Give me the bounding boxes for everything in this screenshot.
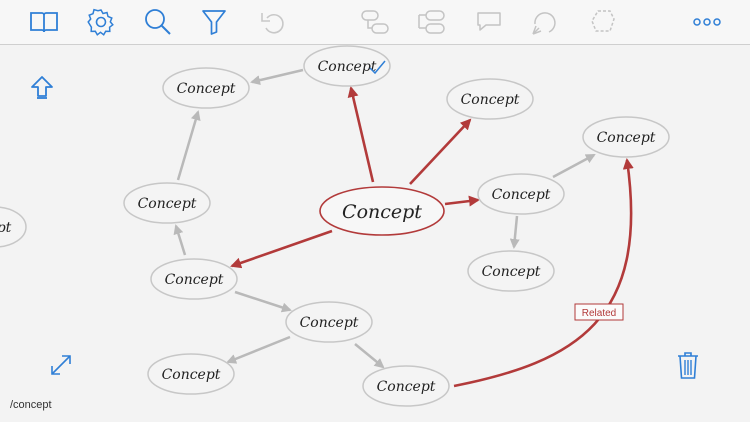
relation-link [444, 195, 480, 207]
add-sibling-icon[interactable] [414, 6, 448, 38]
concept-label: Concept [597, 130, 656, 146]
concept-label: Concept [165, 272, 224, 288]
lasso-icon[interactable] [586, 6, 620, 38]
relation-link [409, 118, 472, 185]
book-icon[interactable] [27, 6, 61, 38]
concept-label: Concept [318, 59, 377, 75]
filter-icon[interactable] [197, 6, 231, 38]
concept-map-canvas[interactable]: Concept Concept Concept Concept Concept … [0, 45, 750, 422]
expand-icon[interactable] [48, 352, 74, 382]
concept-label: Concept [138, 196, 197, 212]
concept-label: Concept [177, 81, 236, 97]
go-up-icon[interactable] [29, 74, 55, 104]
concept-label: Concept [300, 315, 359, 331]
concept-label: Concept [482, 264, 541, 280]
add-comment-icon[interactable] [472, 6, 506, 38]
relation-link [230, 229, 333, 269]
more-icon[interactable] [690, 6, 724, 38]
central-concept-label: Concept [342, 201, 422, 223]
concept-map: Concept Concept Concept Concept Concept … [0, 45, 670, 407]
connector [509, 215, 520, 249]
concept-label: Concept [377, 379, 436, 395]
gear-icon[interactable] [84, 6, 118, 38]
connector [552, 153, 596, 179]
connector [354, 343, 385, 369]
connector [226, 335, 291, 364]
concept-label: Concept [162, 367, 221, 383]
connector [234, 290, 292, 313]
relation-link [347, 86, 375, 183]
concept-label: Concept [492, 187, 551, 203]
path-breadcrumb: /concept [10, 399, 52, 411]
add-relation-icon[interactable] [528, 6, 562, 38]
connector [176, 110, 201, 181]
undo-icon[interactable] [256, 6, 290, 38]
connector [250, 68, 304, 86]
toolbar [0, 0, 750, 45]
trash-icon[interactable] [676, 350, 700, 384]
search-icon[interactable] [141, 6, 175, 38]
relation-label: Related [582, 308, 616, 319]
concept-label: pt [0, 220, 12, 236]
add-child-icon[interactable] [358, 6, 392, 38]
connector [173, 224, 187, 256]
concept-label: Concept [461, 92, 520, 108]
